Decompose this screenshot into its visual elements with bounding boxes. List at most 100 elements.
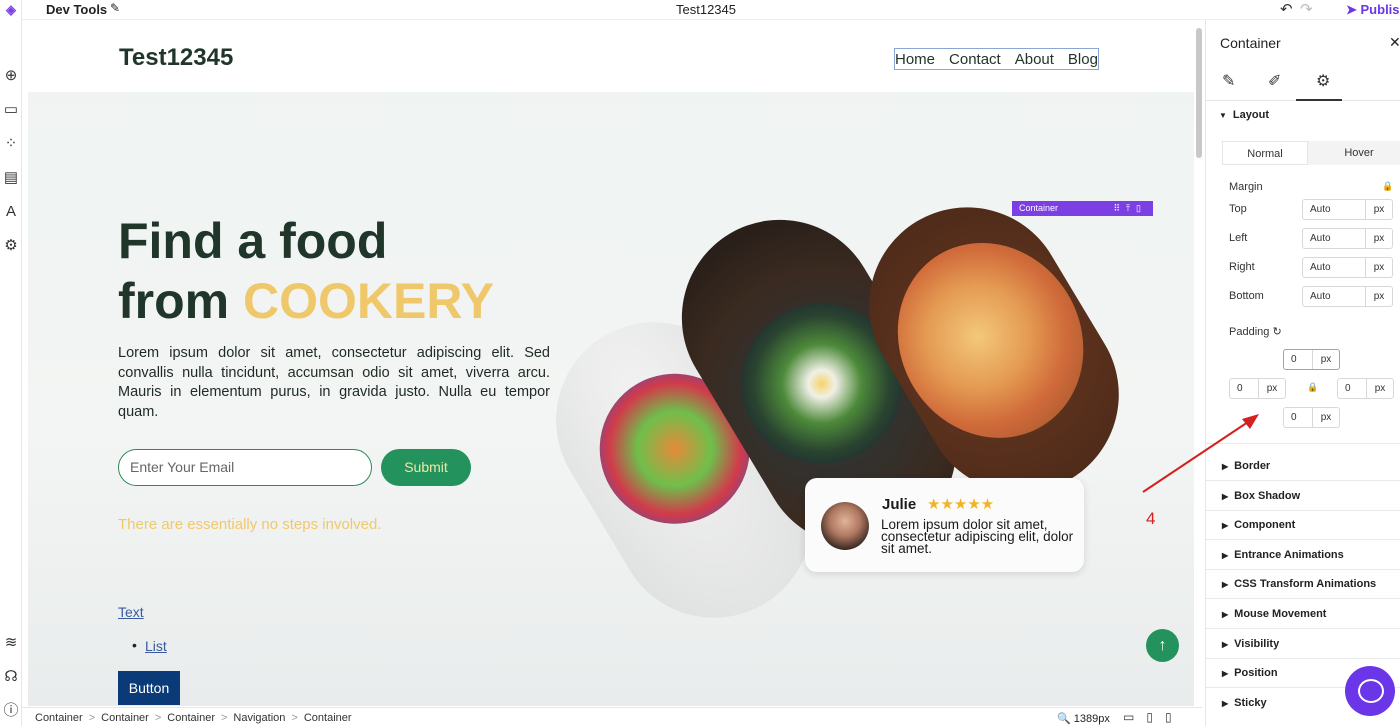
style-tab-brush-icon[interactable]: ✐ [1268, 71, 1281, 91]
padding-lock-icon[interactable]: 🔒 [1307, 382, 1318, 393]
design-canvas[interactable]: Test12345 Home Contact About Blog Find a… [28, 28, 1194, 706]
device-switcher[interactable]: ▭▯▯ [1123, 710, 1184, 724]
divider [1206, 569, 1400, 570]
typography-icon[interactable]: A [1, 202, 21, 222]
hero-title[interactable]: Find a food from COOKERY [118, 211, 494, 331]
undo-icon[interactable]: ↶ [1280, 0, 1293, 18]
layout-icon[interactable]: ▭ [1, 100, 21, 120]
padding-left-field[interactable]: 0 px [1229, 378, 1286, 399]
margin-top-label: Top [1229, 203, 1247, 215]
section-sticky-label: Sticky [1234, 697, 1267, 709]
selection-actions-icon[interactable]: ⠿⤒▯ [1113, 201, 1147, 216]
margin-left-field[interactable]: Auto px [1302, 228, 1393, 249]
section-mouse-movement[interactable]: ▶ Mouse Movement [1222, 608, 1326, 620]
section-entrance-animations-label: Entrance Animations [1234, 549, 1344, 561]
padding-top-unit[interactable]: px [1312, 350, 1339, 369]
content-tab-pencil-icon[interactable]: ✎ [1222, 71, 1235, 91]
submit-button[interactable]: Submit [381, 449, 471, 486]
caret-right-icon: ▶ [1222, 521, 1229, 530]
hero-note[interactable]: There are essentially no steps involved. [118, 516, 381, 533]
button-element[interactable]: Button [118, 671, 180, 705]
nav-about[interactable]: About [1015, 51, 1054, 68]
add-icon[interactable]: ⊕ [1, 66, 21, 86]
text-link[interactable]: Text [118, 604, 144, 620]
chat-support-button[interactable] [1345, 666, 1395, 716]
canvas-scrollbar[interactable] [1196, 28, 1202, 158]
padding-right-value: 0 [1345, 383, 1351, 394]
advanced-tab-gear-icon[interactable]: ⚙ [1295, 71, 1343, 101]
breadcrumb-item[interactable]: Container [101, 712, 149, 724]
email-input[interactable]: Enter Your Email [118, 449, 372, 486]
margin-left-unit[interactable]: px [1365, 229, 1392, 248]
hero-description[interactable]: Lorem ipsum dolor sit amet, consectetur … [118, 344, 550, 422]
padding-bottom-field[interactable]: 0 px [1283, 407, 1340, 428]
padding-right-unit[interactable]: px [1366, 379, 1393, 398]
layers-icon[interactable]: ≋ [1, 633, 21, 653]
reset-icon[interactable]: ↻ [1272, 326, 1281, 338]
scroll-to-top-button[interactable]: ↑ [1146, 629, 1179, 662]
mobile-icon[interactable]: ▯ [1165, 710, 1184, 724]
section-sticky[interactable]: ▶ Sticky [1222, 697, 1267, 709]
site-nav[interactable]: Home Contact About Blog [894, 48, 1099, 70]
zoom-value: 1389px [1073, 713, 1110, 725]
panel-tabs: ✎ ✐ ⚙ [1206, 65, 1400, 101]
selection-badge[interactable]: Container ⠿⤒▯ [1012, 201, 1153, 216]
nav-blog[interactable]: Blog [1068, 51, 1098, 68]
section-position[interactable]: ▶ Position [1222, 667, 1278, 679]
breadcrumb-item[interactable]: Navigation [233, 712, 285, 724]
caret-right-icon: ▶ [1222, 551, 1229, 560]
tab-hover[interactable]: Hover [1316, 141, 1400, 165]
section-entrance-animations[interactable]: ▶ Entrance Animations [1222, 549, 1344, 561]
top-bar: Dev Tools ✎ Test12345 ↶ ↷ ➤ Publish [22, 0, 1400, 20]
margin-right-unit[interactable]: px [1365, 258, 1392, 277]
redo-icon[interactable]: ↷ [1300, 0, 1313, 18]
divider [1206, 658, 1400, 659]
margin-top-unit[interactable]: px [1365, 200, 1392, 219]
tablet-icon[interactable]: ▯ [1146, 710, 1165, 724]
edit-name-icon[interactable]: ✎ [110, 1, 120, 15]
site-brand[interactable]: Test12345 [119, 44, 233, 72]
section-component[interactable]: ▶ Component [1222, 519, 1295, 531]
margin-right-field[interactable]: Auto px [1302, 257, 1393, 278]
publish-button[interactable]: ➤ Publish [1346, 2, 1400, 18]
breadcrumb-item[interactable]: Container [35, 712, 83, 724]
caret-right-icon: ▶ [1222, 580, 1229, 589]
margin-bottom-field[interactable]: Auto px [1302, 286, 1393, 307]
tab-normal[interactable]: Normal [1222, 141, 1308, 165]
section-css-transform-animations[interactable]: ▶ CSS Transform Animations [1222, 578, 1376, 590]
layout-section-header[interactable]: ▼ Layout [1219, 109, 1269, 121]
padding-top-field[interactable]: 0 px [1283, 349, 1340, 370]
section-visibility[interactable]: ▶ Visibility [1222, 638, 1279, 650]
breadcrumb-item[interactable]: Container [167, 712, 215, 724]
left-toolbar: ◈ ⊕ ▭ ⁘ ▤ A ⚙ ≋ ☊ ⓘ [0, 0, 22, 726]
settings-icon[interactable]: ⚙ [1, 236, 21, 256]
list-item[interactable]: List [145, 638, 167, 654]
padding-bottom-unit[interactable]: px [1312, 408, 1339, 427]
annotation-number: 4 [1146, 509, 1156, 528]
app-logo-icon[interactable]: ◈ [0, 0, 22, 22]
nav-home[interactable]: Home [895, 51, 935, 68]
margin-lock-icon[interactable]: 🔒 [1382, 181, 1393, 192]
breadcrumb-item[interactable]: Container [304, 712, 352, 724]
list[interactable]: • List [132, 637, 167, 654]
layout-section-label: Layout [1232, 109, 1269, 121]
state-tabs: Normal Hover [1222, 141, 1400, 165]
pages-icon[interactable]: ▤ [1, 168, 21, 188]
properties-panel: Container ✕ ✎ ✐ ⚙ ▼ Layout Normal Hover M… [1205, 20, 1400, 726]
desktop-icon[interactable]: ▭ [1123, 710, 1146, 724]
margin-label: Margin [1229, 181, 1263, 193]
review-card[interactable]: Julie ★★★★★ Lorem ipsum dolor sit amet, … [805, 478, 1084, 572]
components-icon[interactable]: ⁘ [1, 134, 21, 154]
padding-right-field[interactable]: 0 px [1337, 378, 1394, 399]
zoom-readout[interactable]: 🔍 1389px [1057, 712, 1110, 725]
info-icon[interactable]: ⓘ [1, 701, 21, 721]
selection-badge-label: Container [1019, 203, 1059, 213]
app-name: Dev Tools [46, 2, 108, 17]
margin-top-field[interactable]: Auto px [1302, 199, 1393, 220]
padding-left-unit[interactable]: px [1258, 379, 1285, 398]
support-icon[interactable]: ☊ [1, 667, 21, 687]
margin-bottom-value: Auto [1310, 291, 1331, 302]
margin-bottom-unit[interactable]: px [1365, 287, 1392, 306]
close-icon[interactable]: ✕ [1389, 34, 1400, 51]
nav-contact[interactable]: Contact [949, 51, 1001, 68]
